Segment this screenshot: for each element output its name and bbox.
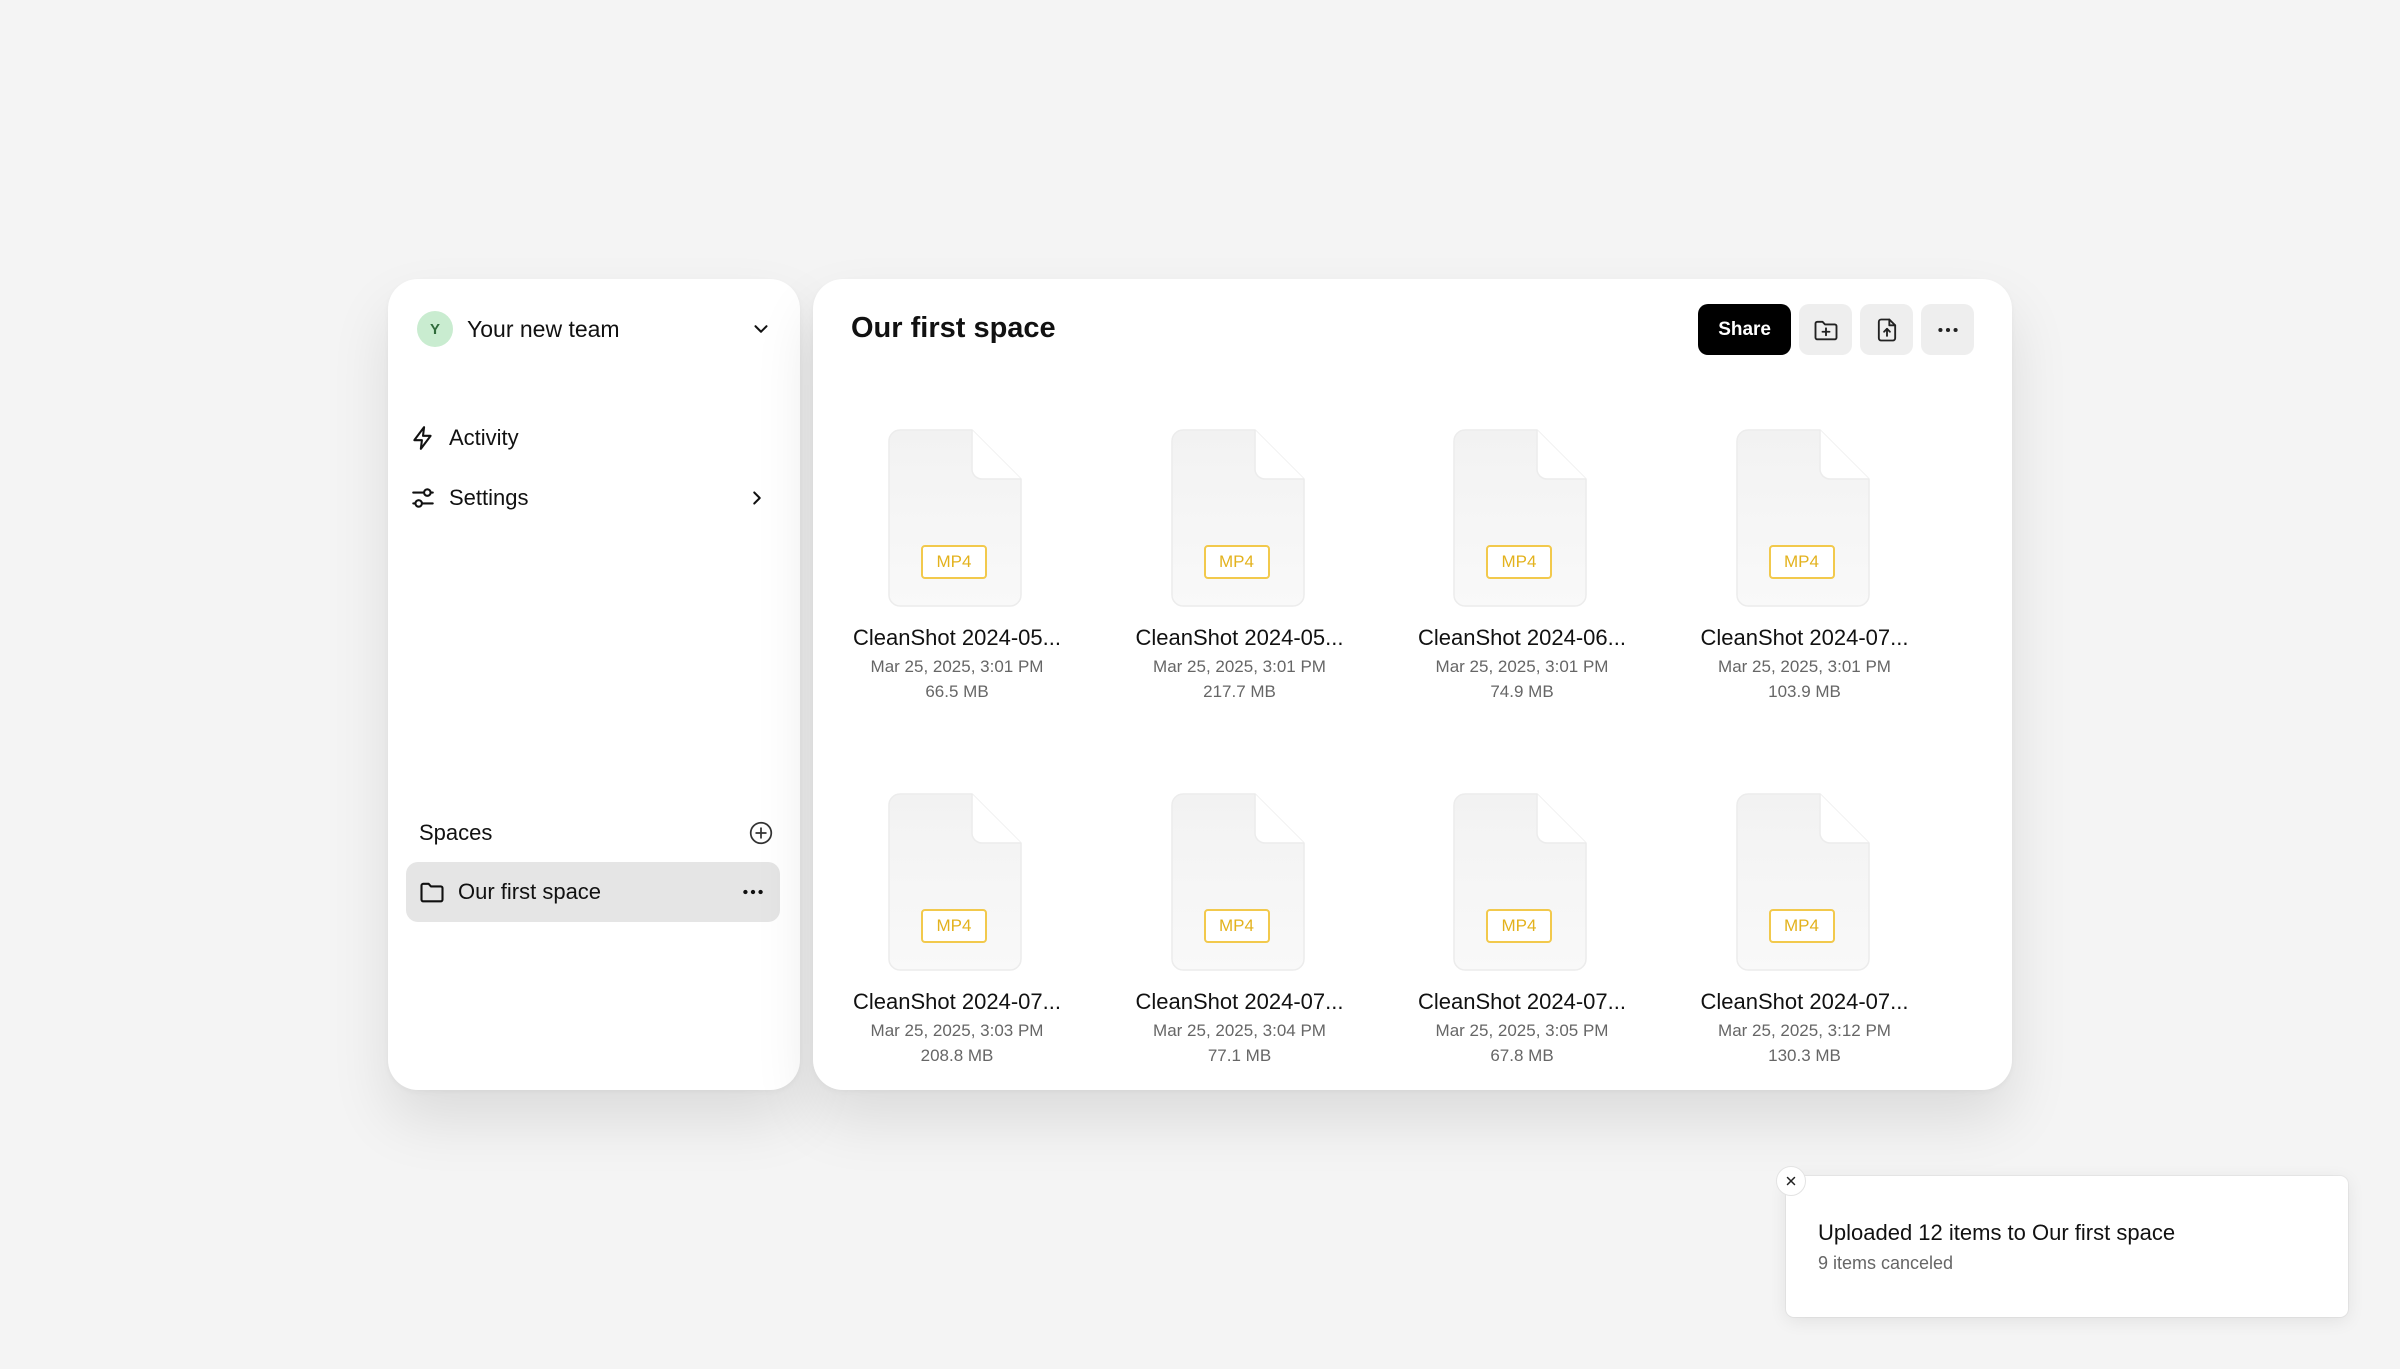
sidebar-item-our-first-space[interactable]: Our first space	[406, 862, 780, 922]
file-name: CleanShot 2024-07...	[1700, 989, 1909, 1014]
file-upload-icon	[1873, 316, 1901, 344]
file-card[interactable]: MP4 CleanShot 2024-07... Mar 25, 2025, 3:0…	[1689, 429, 1949, 729]
file-card[interactable]: MP4 CleanShot 2024-05... Mar 25, 2025, 3:0…	[841, 429, 1101, 729]
toast-close-button[interactable]	[1776, 1166, 1806, 1196]
more-options-button[interactable]	[1921, 304, 1974, 355]
sidebar: Y Your new team Activity Settings Spaces	[388, 279, 800, 1090]
file-size: 217.7 MB	[1203, 682, 1276, 701]
file-card[interactable]: MP4 CleanShot 2024-07... Mar 25, 2025, 3:1…	[1689, 793, 1949, 1093]
video-file-icon: MP4	[888, 429, 1022, 607]
file-size: 66.5 MB	[925, 682, 989, 701]
file-type-badge: MP4	[1203, 909, 1270, 943]
sliders-icon	[408, 485, 438, 511]
video-file-icon: MP4	[1735, 793, 1870, 971]
video-file-icon: MP4	[1453, 429, 1587, 607]
file-type-badge: MP4	[1768, 545, 1835, 579]
upload-toast: Uploaded 12 items to Our first space 9 i…	[1786, 1176, 2348, 1317]
file-size: 208.8 MB	[920, 1046, 994, 1065]
video-file-icon: MP4	[1170, 429, 1305, 607]
file-date: Mar 25, 2025, 3:04 PM	[1153, 1021, 1326, 1040]
file-name: CleanShot 2024-05...	[1135, 625, 1344, 650]
toast-subtitle: 9 items canceled	[1818, 1253, 1954, 1273]
file-name: CleanShot 2024-05...	[853, 625, 1061, 650]
lightning-icon	[408, 425, 438, 451]
file-name: CleanShot 2024-07...	[1700, 625, 1909, 650]
close-icon	[1784, 1174, 1798, 1188]
upload-file-button[interactable]	[1860, 304, 1913, 355]
file-type-badge: MP4	[1203, 545, 1270, 579]
folder-icon	[418, 878, 446, 906]
video-file-icon: MP4	[1170, 793, 1305, 971]
file-date: Mar 25, 2025, 3:01 PM	[1435, 657, 1609, 676]
file-date: Mar 25, 2025, 3:01 PM	[1718, 657, 1891, 676]
app-window: Y Your new team Activity Settings Spaces	[0, 0, 2400, 1369]
file-date: Mar 25, 2025, 3:05 PM	[1435, 1021, 1609, 1040]
spaces-header: Spaces	[419, 813, 774, 853]
toolbar: Share	[1698, 304, 1974, 355]
file-size: 74.9 MB	[1490, 682, 1554, 701]
file-size: 67.8 MB	[1490, 1046, 1554, 1065]
file-size: 77.1 MB	[1207, 1046, 1272, 1065]
more-icon	[1935, 317, 1961, 343]
sidebar-item-settings[interactable]: Settings	[404, 469, 784, 527]
file-date: Mar 25, 2025, 3:01 PM	[870, 657, 1044, 676]
sidebar-item-label: Activity	[449, 425, 519, 450]
chevron-right-icon	[742, 487, 772, 509]
file-type-badge: MP4	[1768, 909, 1835, 943]
video-file-icon: MP4	[888, 793, 1022, 971]
file-size: 103.9 MB	[1768, 682, 1841, 701]
add-space-icon[interactable]	[748, 820, 774, 846]
file-type-badge: MP4	[1486, 545, 1552, 579]
video-file-icon: MP4	[1453, 793, 1587, 971]
file-date: Mar 25, 2025, 3:01 PM	[1153, 657, 1326, 676]
file-name: CleanShot 2024-06...	[1418, 625, 1626, 650]
team-switcher[interactable]: Y Your new team	[388, 279, 800, 379]
sidebar-item-label: Settings	[449, 485, 529, 510]
file-card[interactable]: MP4 CleanShot 2024-05... Mar 25, 2025, 3:0…	[1124, 429, 1384, 729]
file-card[interactable]: MP4 CleanShot 2024-06... Mar 25, 2025, 3:0…	[1406, 429, 1666, 729]
file-date: Mar 25, 2025, 3:12 PM	[1718, 1021, 1891, 1040]
file-card[interactable]: MP4 CleanShot 2024-07... Mar 25, 2025, 3:0…	[841, 793, 1101, 1093]
file-name: CleanShot 2024-07...	[1418, 989, 1626, 1014]
sidebar-item-activity[interactable]: Activity	[404, 409, 784, 467]
toast-title: Uploaded 12 items to Our first space	[1818, 1220, 2176, 1245]
chevron-down-icon[interactable]	[750, 318, 772, 340]
file-card[interactable]: MP4 CleanShot 2024-07... Mar 25, 2025, 3:0…	[1406, 793, 1666, 1093]
video-file-icon: MP4	[1735, 429, 1870, 607]
file-size: 130.3 MB	[1768, 1046, 1841, 1065]
avatar: Y	[417, 311, 453, 347]
spaces-title: Spaces	[419, 820, 493, 845]
team-name: Your new team	[467, 315, 620, 342]
share-button[interactable]: Share	[1698, 304, 1791, 355]
sidebar-item-label: Our first space	[458, 879, 602, 904]
file-card[interactable]: MP4 CleanShot 2024-07... Mar 25, 2025, 3:0…	[1124, 793, 1384, 1093]
file-type-badge: MP4	[1486, 909, 1552, 943]
more-icon[interactable]	[740, 879, 766, 905]
main-panel: Our first space Share MP4 CleanShot 2024-…	[813, 279, 2012, 1090]
new-folder-button[interactable]	[1799, 304, 1852, 355]
page-title: Our first space	[851, 312, 1056, 344]
file-type-badge: MP4	[921, 909, 987, 943]
file-name: CleanShot 2024-07...	[853, 989, 1061, 1014]
folder-plus-icon	[1812, 316, 1840, 344]
file-type-badge: MP4	[921, 545, 987, 579]
file-date: Mar 25, 2025, 3:03 PM	[870, 1021, 1044, 1040]
file-name: CleanShot 2024-07...	[1135, 989, 1344, 1014]
